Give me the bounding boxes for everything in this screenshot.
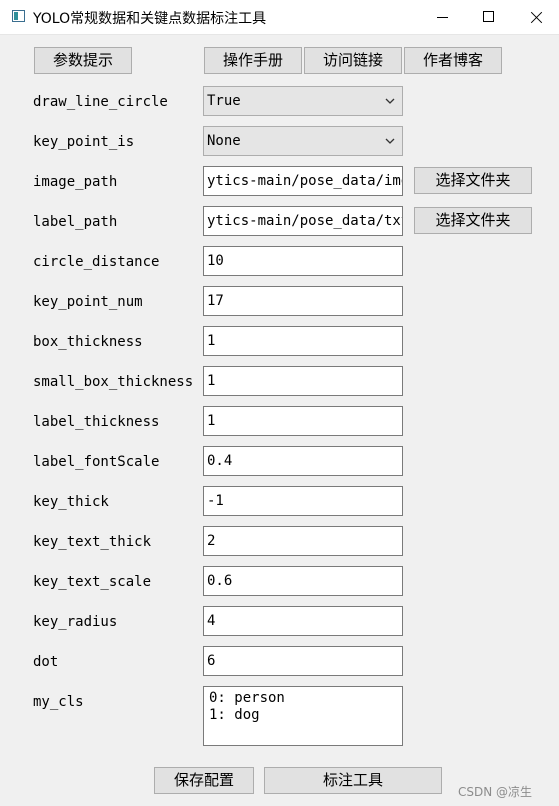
box-thickness-input[interactable]: 1 xyxy=(203,326,403,356)
key-point-is-label: key_point_is xyxy=(33,134,135,150)
params-hint-button[interactable]: 参数提示 xyxy=(34,47,132,74)
key-text-thick-input[interactable]: 2 xyxy=(203,526,403,556)
key-radius-label: key_radius xyxy=(33,614,118,630)
label-path-label: label_path xyxy=(33,214,118,230)
key-point-is-select[interactable]: None xyxy=(203,126,403,156)
close-icon[interactable] xyxy=(512,0,559,34)
key-thick-label: key_thick xyxy=(33,494,109,510)
author-blog-button[interactable]: 作者博客 xyxy=(404,47,502,74)
dot-label: dot xyxy=(33,654,59,670)
my-cls-line: 0: person xyxy=(209,690,285,706)
manual-button[interactable]: 操作手册 xyxy=(204,47,302,74)
circle-distance-label: circle_distance xyxy=(33,254,160,270)
label-path-browse-button[interactable]: 选择文件夹 xyxy=(414,207,532,234)
key-text-thick-label: key_text_thick xyxy=(33,534,152,550)
dot-input[interactable]: 6 xyxy=(203,646,403,676)
my-cls-label: my_cls xyxy=(33,694,84,710)
circle-distance-input[interactable]: 10 xyxy=(203,246,403,276)
image-path-browse-button[interactable]: 选择文件夹 xyxy=(414,167,532,194)
window-title: YOLO常规数据和关键点数据标注工具 xyxy=(33,11,267,27)
app-window-icon xyxy=(12,10,25,22)
key-point-is-value: None xyxy=(207,133,241,149)
image-path-input[interactable]: ytics-main/pose_data/img xyxy=(203,166,403,196)
annotate-tool-button[interactable]: 标注工具 xyxy=(264,767,442,794)
save-config-button[interactable]: 保存配置 xyxy=(154,767,254,794)
label-font-scale-input[interactable]: 0.4 xyxy=(203,446,403,476)
my-cls-textarea[interactable]: 0: person 1: dog xyxy=(203,686,403,746)
label-thickness-label: label_thickness xyxy=(33,414,160,430)
key-text-scale-label: key_text_scale xyxy=(33,574,152,590)
chevron-down-icon xyxy=(385,138,395,144)
chevron-down-icon xyxy=(385,98,395,104)
title-bar: YOLO常规数据和关键点数据标注工具 xyxy=(0,0,559,35)
draw-line-circle-value: True xyxy=(207,93,241,109)
maximize-icon[interactable] xyxy=(466,0,512,34)
key-thick-input[interactable]: -1 xyxy=(203,486,403,516)
minimize-icon[interactable] xyxy=(420,0,466,34)
draw-line-circle-select[interactable]: True xyxy=(203,86,403,116)
watermark: CSDN @凉生 xyxy=(458,785,533,799)
image-path-label: image_path xyxy=(33,174,118,190)
visit-link-button[interactable]: 访问链接 xyxy=(304,47,402,74)
key-text-scale-input[interactable]: 0.6 xyxy=(203,566,403,596)
label-path-input[interactable]: ytics-main/pose_data/txt xyxy=(203,206,403,236)
key-radius-input[interactable]: 4 xyxy=(203,606,403,636)
key-point-num-label: key_point_num xyxy=(33,294,143,310)
small-box-thickness-input[interactable]: 1 xyxy=(203,366,403,396)
label-thickness-input[interactable]: 1 xyxy=(203,406,403,436)
key-point-num-input[interactable]: 17 xyxy=(203,286,403,316)
box-thickness-label: box_thickness xyxy=(33,334,143,350)
small-box-thickness-label: small_box_thickness xyxy=(33,374,194,390)
my-cls-line: 1: dog xyxy=(209,707,260,723)
label-font-scale-label: label_fontScale xyxy=(33,454,160,470)
draw-line-circle-label: draw_line_circle xyxy=(33,94,168,110)
